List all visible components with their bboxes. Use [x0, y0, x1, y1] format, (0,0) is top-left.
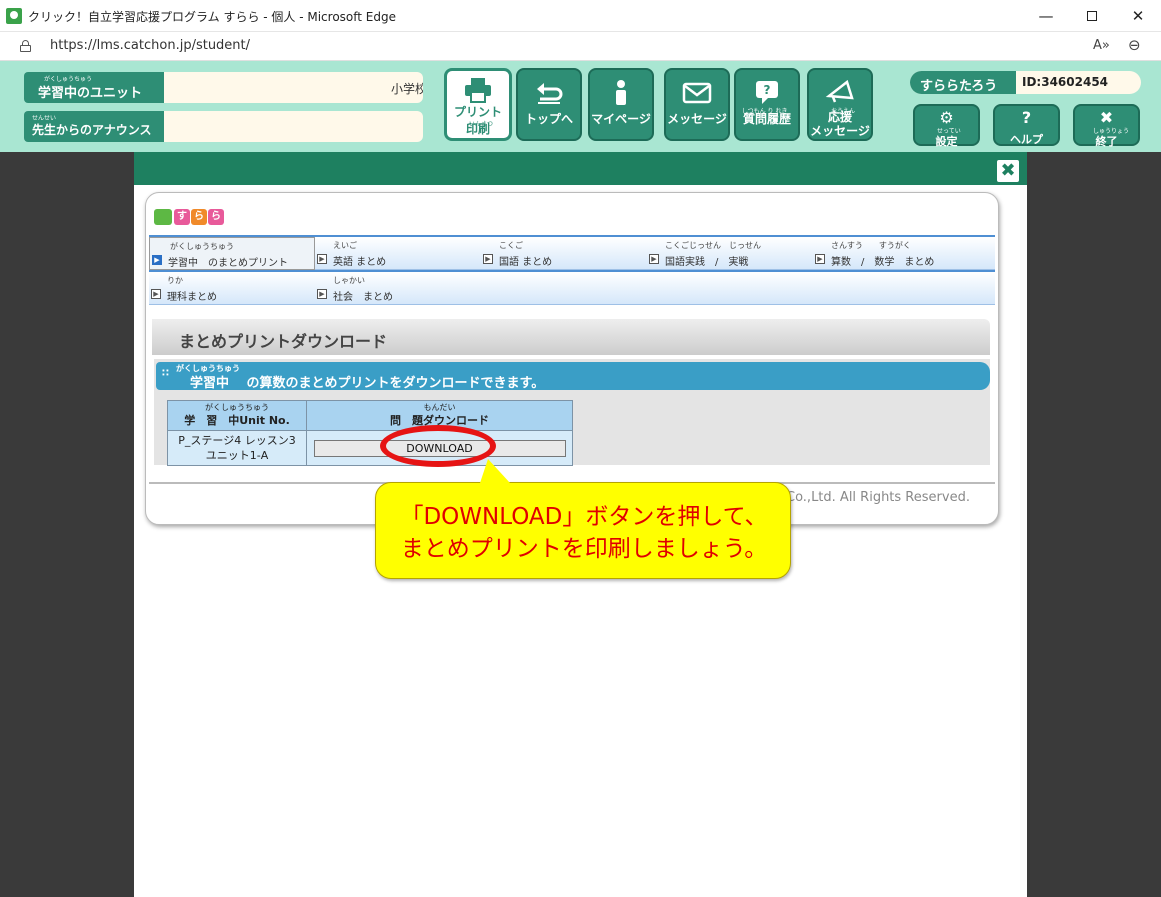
- menu-item-english[interactable]: えいご ▶ 英語 まとめ: [315, 237, 481, 270]
- play-arrow-icon: ▶: [317, 289, 327, 299]
- surara-logo: す ら ら: [154, 207, 224, 227]
- grip-icon: ∷: [162, 368, 169, 379]
- unit-no-cell: P_ステージ4 レッスン3 ユニット1-A: [167, 430, 307, 466]
- table-header-row: がくしゅうちゅう 学 習 中Unit No. もんだい 問 題ダウンロード: [167, 400, 573, 431]
- exit-button[interactable]: ✖ しゅうりょう 終了: [1073, 104, 1140, 148]
- callout-line-1: 「DOWNLOAD」ボタンを押して、: [400, 504, 768, 530]
- megaphone-icon: [825, 80, 854, 103]
- exit-icon: ✖: [1099, 108, 1114, 127]
- play-arrow-icon: ▶: [151, 289, 161, 299]
- download-table: がくしゅうちゅう 学 習 中Unit No. もんだい 問 題ダウンロード P_…: [167, 400, 573, 466]
- menu-item-math[interactable]: さんすう すうがく ▶ 算数 / 数学 まとめ: [813, 237, 993, 270]
- person-icon: [616, 80, 626, 105]
- current-unit-row: がくしゅうちゅう 学習中のユニット 小学校: [24, 72, 424, 103]
- instruction-callout: 「DOWNLOAD」ボタンを押して、 まとめプリントを印刷しましょう。: [375, 482, 791, 579]
- logo-leaf-icon: [154, 209, 172, 225]
- menu-item-japanese-practice[interactable]: こくごじっせん じっせん ▶ 国語実践 / 実戦: [647, 237, 813, 270]
- surara-app-icon: [6, 8, 22, 24]
- user-id: ID:34602454: [1022, 75, 1109, 89]
- return-arrow-icon: [537, 83, 563, 104]
- info-bar: ∷ がくしゅうちゅう 学習中 の算数のまとめプリントをダウンロードできます。: [156, 362, 990, 391]
- download-highlight-ring: [380, 425, 496, 467]
- callout-line-2: まとめプリントを印刷しましょう。: [400, 536, 768, 562]
- section-title: まとめプリントダウンロード: [179, 332, 388, 351]
- announcement-field: [164, 111, 423, 142]
- callout-pointer: [480, 459, 510, 483]
- current-unit-label: がくしゅうちゅう 学習中のユニット: [24, 72, 164, 103]
- copyright-text: Co.,Ltd. All Rights Reserved.: [786, 490, 970, 505]
- address-bar: https://lms.catchon.jp/student/ A» ⊖: [0, 32, 1161, 61]
- cheer-message-button[interactable]: おうえん 応援 メッセージ: [807, 68, 873, 141]
- print-card: す ら ら がくしゅうちゅう ▶ 学習中 のまとめプリント えいご ▶ 英語 ま…: [145, 192, 999, 525]
- menu-item-science[interactable]: りか ▶ 理科まとめ: [149, 272, 315, 305]
- question-bubble-icon: ?: [756, 81, 778, 104]
- help-icon: ?: [1021, 108, 1032, 127]
- minimize-button[interactable]: —: [1023, 0, 1069, 32]
- svg-text:?: ?: [764, 83, 771, 97]
- current-unit-value: 小学校: [391, 82, 423, 96]
- menu-item-japanese[interactable]: こくご ▶ 国語 まとめ: [481, 237, 647, 270]
- play-arrow-icon: ▶: [152, 255, 162, 265]
- app-header: がくしゅうちゅう 学習中のユニット 小学校 せんせい 先生からのアナウンス プリ…: [0, 61, 1161, 152]
- subject-menu-row-1: がくしゅうちゅう ▶ 学習中 のまとめプリント えいご ▶ 英語 まとめ こくご…: [149, 235, 995, 270]
- maximize-button[interactable]: [1069, 0, 1115, 32]
- envelope-icon: [682, 82, 712, 104]
- menu-item-current-unit[interactable]: がくしゅうちゅう ▶ 学習中 のまとめプリント: [149, 237, 315, 270]
- menu-item-social-studies[interactable]: しゃかい ▶ 社会 まとめ: [315, 272, 481, 305]
- print-button[interactable]: プリント いんさつ 印刷: [444, 68, 512, 141]
- close-window-button[interactable]: ✕: [1115, 0, 1161, 32]
- gear-icon: ⚙: [939, 108, 954, 127]
- section-header: まとめプリントダウンロード: [152, 319, 990, 355]
- printer-icon: [465, 78, 491, 103]
- help-button[interactable]: ? ヘルプ: [993, 104, 1060, 146]
- play-arrow-icon: ▶: [483, 254, 493, 264]
- modal-close-button[interactable]: ✖: [995, 158, 1021, 184]
- settings-button[interactable]: ⚙ せってい 設定: [913, 104, 980, 148]
- message-button[interactable]: メッセージ: [664, 68, 730, 141]
- announcement-label: せんせい 先生からのアナウンス: [24, 111, 164, 142]
- modal-backdrop-right: [1027, 152, 1161, 897]
- info-text: 学習中 の算数のまとめプリントをダウンロードできます。: [190, 376, 545, 391]
- play-arrow-icon: ▶: [815, 254, 825, 264]
- top-page-button[interactable]: トップへ: [516, 68, 582, 141]
- subject-menu-row-2: りか ▶ 理科まとめ しゃかい ▶ 社会 まとめ: [149, 270, 995, 305]
- modal-backdrop-left: [0, 152, 134, 897]
- play-arrow-icon: ▶: [649, 254, 659, 264]
- read-aloud-icon[interactable]: A»: [1093, 38, 1110, 53]
- play-arrow-icon: ▶: [317, 254, 327, 264]
- lock-icon[interactable]: [20, 40, 31, 52]
- maximize-icon: [1087, 11, 1097, 21]
- window-titlebar: クリック！自立学習応援プログラム すらら - 個人 - Microsoft Ed…: [0, 0, 1161, 32]
- current-unit-field: 小学校: [164, 72, 423, 103]
- current-unit-ruby: がくしゅうちゅう: [44, 76, 93, 83]
- url-field[interactable]: https://lms.catchon.jp/student/: [50, 38, 250, 53]
- my-page-button[interactable]: マイページ: [588, 68, 654, 141]
- zoom-out-icon[interactable]: ⊖: [1128, 36, 1141, 54]
- announcement-row: せんせい 先生からのアナウンス: [24, 111, 424, 142]
- window-title: クリック！自立学習応援プログラム すらら - 個人 - Microsoft Ed…: [28, 10, 396, 24]
- question-history-button[interactable]: ? しつもん り れき 質問履歴: [734, 68, 800, 141]
- table-row: P_ステージ4 レッスン3 ユニット1-A DOWNLOAD: [167, 430, 573, 466]
- username: すららたろう: [910, 71, 1016, 94]
- unit-no-header: がくしゅうちゅう 学 習 中Unit No.: [167, 400, 307, 431]
- user-info: すららたろう ID:34602454: [910, 71, 1141, 94]
- modal-header: ✖: [134, 152, 1027, 185]
- announcement-ruby: せんせい: [32, 115, 57, 122]
